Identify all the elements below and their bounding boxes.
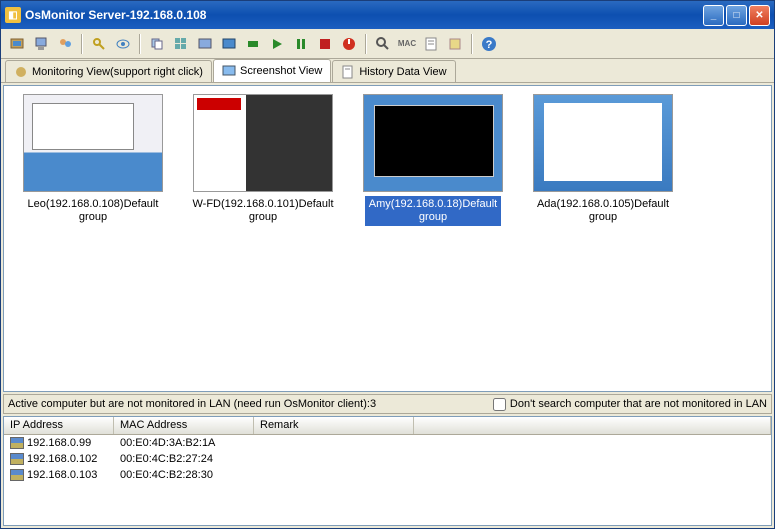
windows-icon[interactable] — [171, 34, 191, 54]
maximize-button[interactable]: □ — [726, 5, 747, 26]
thumbnail-item-amy[interactable]: Amy(192.168.0.18)Defaultgroup — [352, 94, 514, 226]
stop-icon[interactable] — [315, 34, 335, 54]
toolbar-separator — [81, 34, 83, 54]
column-header-mac[interactable]: MAC Address — [114, 417, 254, 434]
sheet-icon[interactable] — [421, 34, 441, 54]
tab-monitoring-view[interactable]: Monitoring View(support right click) — [5, 60, 212, 82]
dont-search-checkbox-input[interactable] — [493, 398, 506, 411]
thumbnail-pane[interactable]: Leo(192.168.0.108)Defaultgroup W-FD(192.… — [3, 85, 772, 392]
table-row[interactable]: 192.168.0.99 00:E0:4D:3A:B2:1A — [4, 435, 771, 451]
table-row[interactable]: 192.168.0.103 00:E0:4C:B2:28:30 — [4, 467, 771, 483]
unmonitored-table: IP Address MAC Address Remark 192.168.0.… — [3, 416, 772, 526]
thumbnail-image — [23, 94, 163, 192]
toolbar-separator — [365, 34, 367, 54]
toolbar-separator — [139, 34, 141, 54]
thumbnail-image — [193, 94, 333, 192]
cell-mac: 00:E0:4D:3A:B2:1A — [114, 436, 254, 450]
status-bar: Active computer but are not monitored in… — [3, 394, 772, 414]
monitor-icon[interactable] — [7, 34, 27, 54]
cell-ip: 192.168.0.102 — [27, 453, 97, 465]
search-icon[interactable] — [373, 34, 393, 54]
table-body[interactable]: 192.168.0.99 00:E0:4D:3A:B2:1A 192.168.0… — [4, 435, 771, 525]
dont-search-checkbox[interactable]: Don't search computer that are not monit… — [493, 398, 767, 411]
checkbox-label: Don't search computer that are not monit… — [510, 398, 767, 410]
window-controls: _ □ ✕ — [703, 5, 770, 26]
close-button[interactable]: ✕ — [749, 5, 770, 26]
cell-ip: 192.168.0.99 — [27, 437, 91, 449]
cell-remark — [254, 458, 414, 460]
toolbar: MAC ? — [1, 29, 774, 59]
tabbar: Monitoring View(support right click) Scr… — [1, 59, 774, 83]
computer-icon — [10, 437, 24, 449]
app-icon: ◧ — [5, 7, 21, 23]
screen-icon[interactable] — [195, 34, 215, 54]
cell-ip: 192.168.0.103 — [27, 469, 97, 481]
cell-mac: 00:E0:4C:B2:28:30 — [114, 468, 254, 482]
thumbnail-item-wfd[interactable]: W-FD(192.168.0.101)Defaultgroup — [182, 94, 344, 226]
power-icon[interactable] — [339, 34, 359, 54]
window-title: OsMonitor Server-192.168.0.108 — [25, 8, 703, 22]
cell-remark — [254, 442, 414, 444]
tab-screenshot-view[interactable]: Screenshot View — [213, 59, 331, 82]
thumbnail-image — [533, 94, 673, 192]
thumbnail-label: W-FD(192.168.0.101)Defaultgroup — [188, 196, 337, 226]
tab-label: Screenshot View — [240, 65, 322, 77]
users-icon[interactable] — [55, 34, 75, 54]
thumbnail-item-ada[interactable]: Ada(192.168.0.105)Defaultgroup — [522, 94, 684, 226]
computer-icon — [10, 453, 24, 465]
tab-history-data-view[interactable]: History Data View — [332, 60, 455, 82]
thumbnail-item-leo[interactable]: Leo(192.168.0.108)Defaultgroup — [12, 94, 174, 226]
thumbnail-label: Amy(192.168.0.18)Defaultgroup — [365, 196, 501, 226]
help-icon[interactable]: ? — [479, 34, 499, 54]
mac-icon[interactable]: MAC — [397, 34, 417, 54]
pause-icon[interactable] — [291, 34, 311, 54]
thumbnail-image — [363, 94, 503, 192]
pc-icon[interactable] — [31, 34, 51, 54]
thumbnail-label: Ada(192.168.0.105)Defaultgroup — [533, 196, 673, 226]
column-header-ip[interactable]: IP Address — [4, 417, 114, 434]
eye-icon[interactable] — [113, 34, 133, 54]
column-header-remark[interactable]: Remark — [254, 417, 414, 434]
column-header-spacer — [414, 417, 771, 434]
status-text: Active computer but are not monitored in… — [8, 398, 376, 410]
svg-text:?: ? — [486, 39, 493, 51]
thumbnail-label: Leo(192.168.0.108)Defaultgroup — [24, 196, 163, 226]
screenshot-tab-icon — [222, 64, 236, 78]
toolbar-separator — [471, 34, 473, 54]
computer-icon — [10, 469, 24, 481]
cell-remark — [254, 474, 414, 476]
app-window: ◧ OsMonitor Server-192.168.0.108 _ □ ✕ M… — [0, 0, 775, 529]
minimize-button[interactable]: _ — [703, 5, 724, 26]
tag-icon[interactable] — [445, 34, 465, 54]
rec-icon[interactable] — [243, 34, 263, 54]
titlebar[interactable]: ◧ OsMonitor Server-192.168.0.108 _ □ ✕ — [1, 1, 774, 29]
monitor-tab-icon — [14, 65, 28, 79]
cell-mac: 00:E0:4C:B2:27:24 — [114, 452, 254, 466]
table-header: IP Address MAC Address Remark — [4, 417, 771, 435]
tab-label: Monitoring View(support right click) — [32, 66, 203, 78]
key-icon[interactable] — [89, 34, 109, 54]
play-icon[interactable] — [267, 34, 287, 54]
screen2-icon[interactable] — [219, 34, 239, 54]
copy-icon[interactable] — [147, 34, 167, 54]
table-row[interactable]: 192.168.0.102 00:E0:4C:B2:27:24 — [4, 451, 771, 467]
history-tab-icon — [341, 65, 355, 79]
tab-label: History Data View — [359, 66, 446, 78]
